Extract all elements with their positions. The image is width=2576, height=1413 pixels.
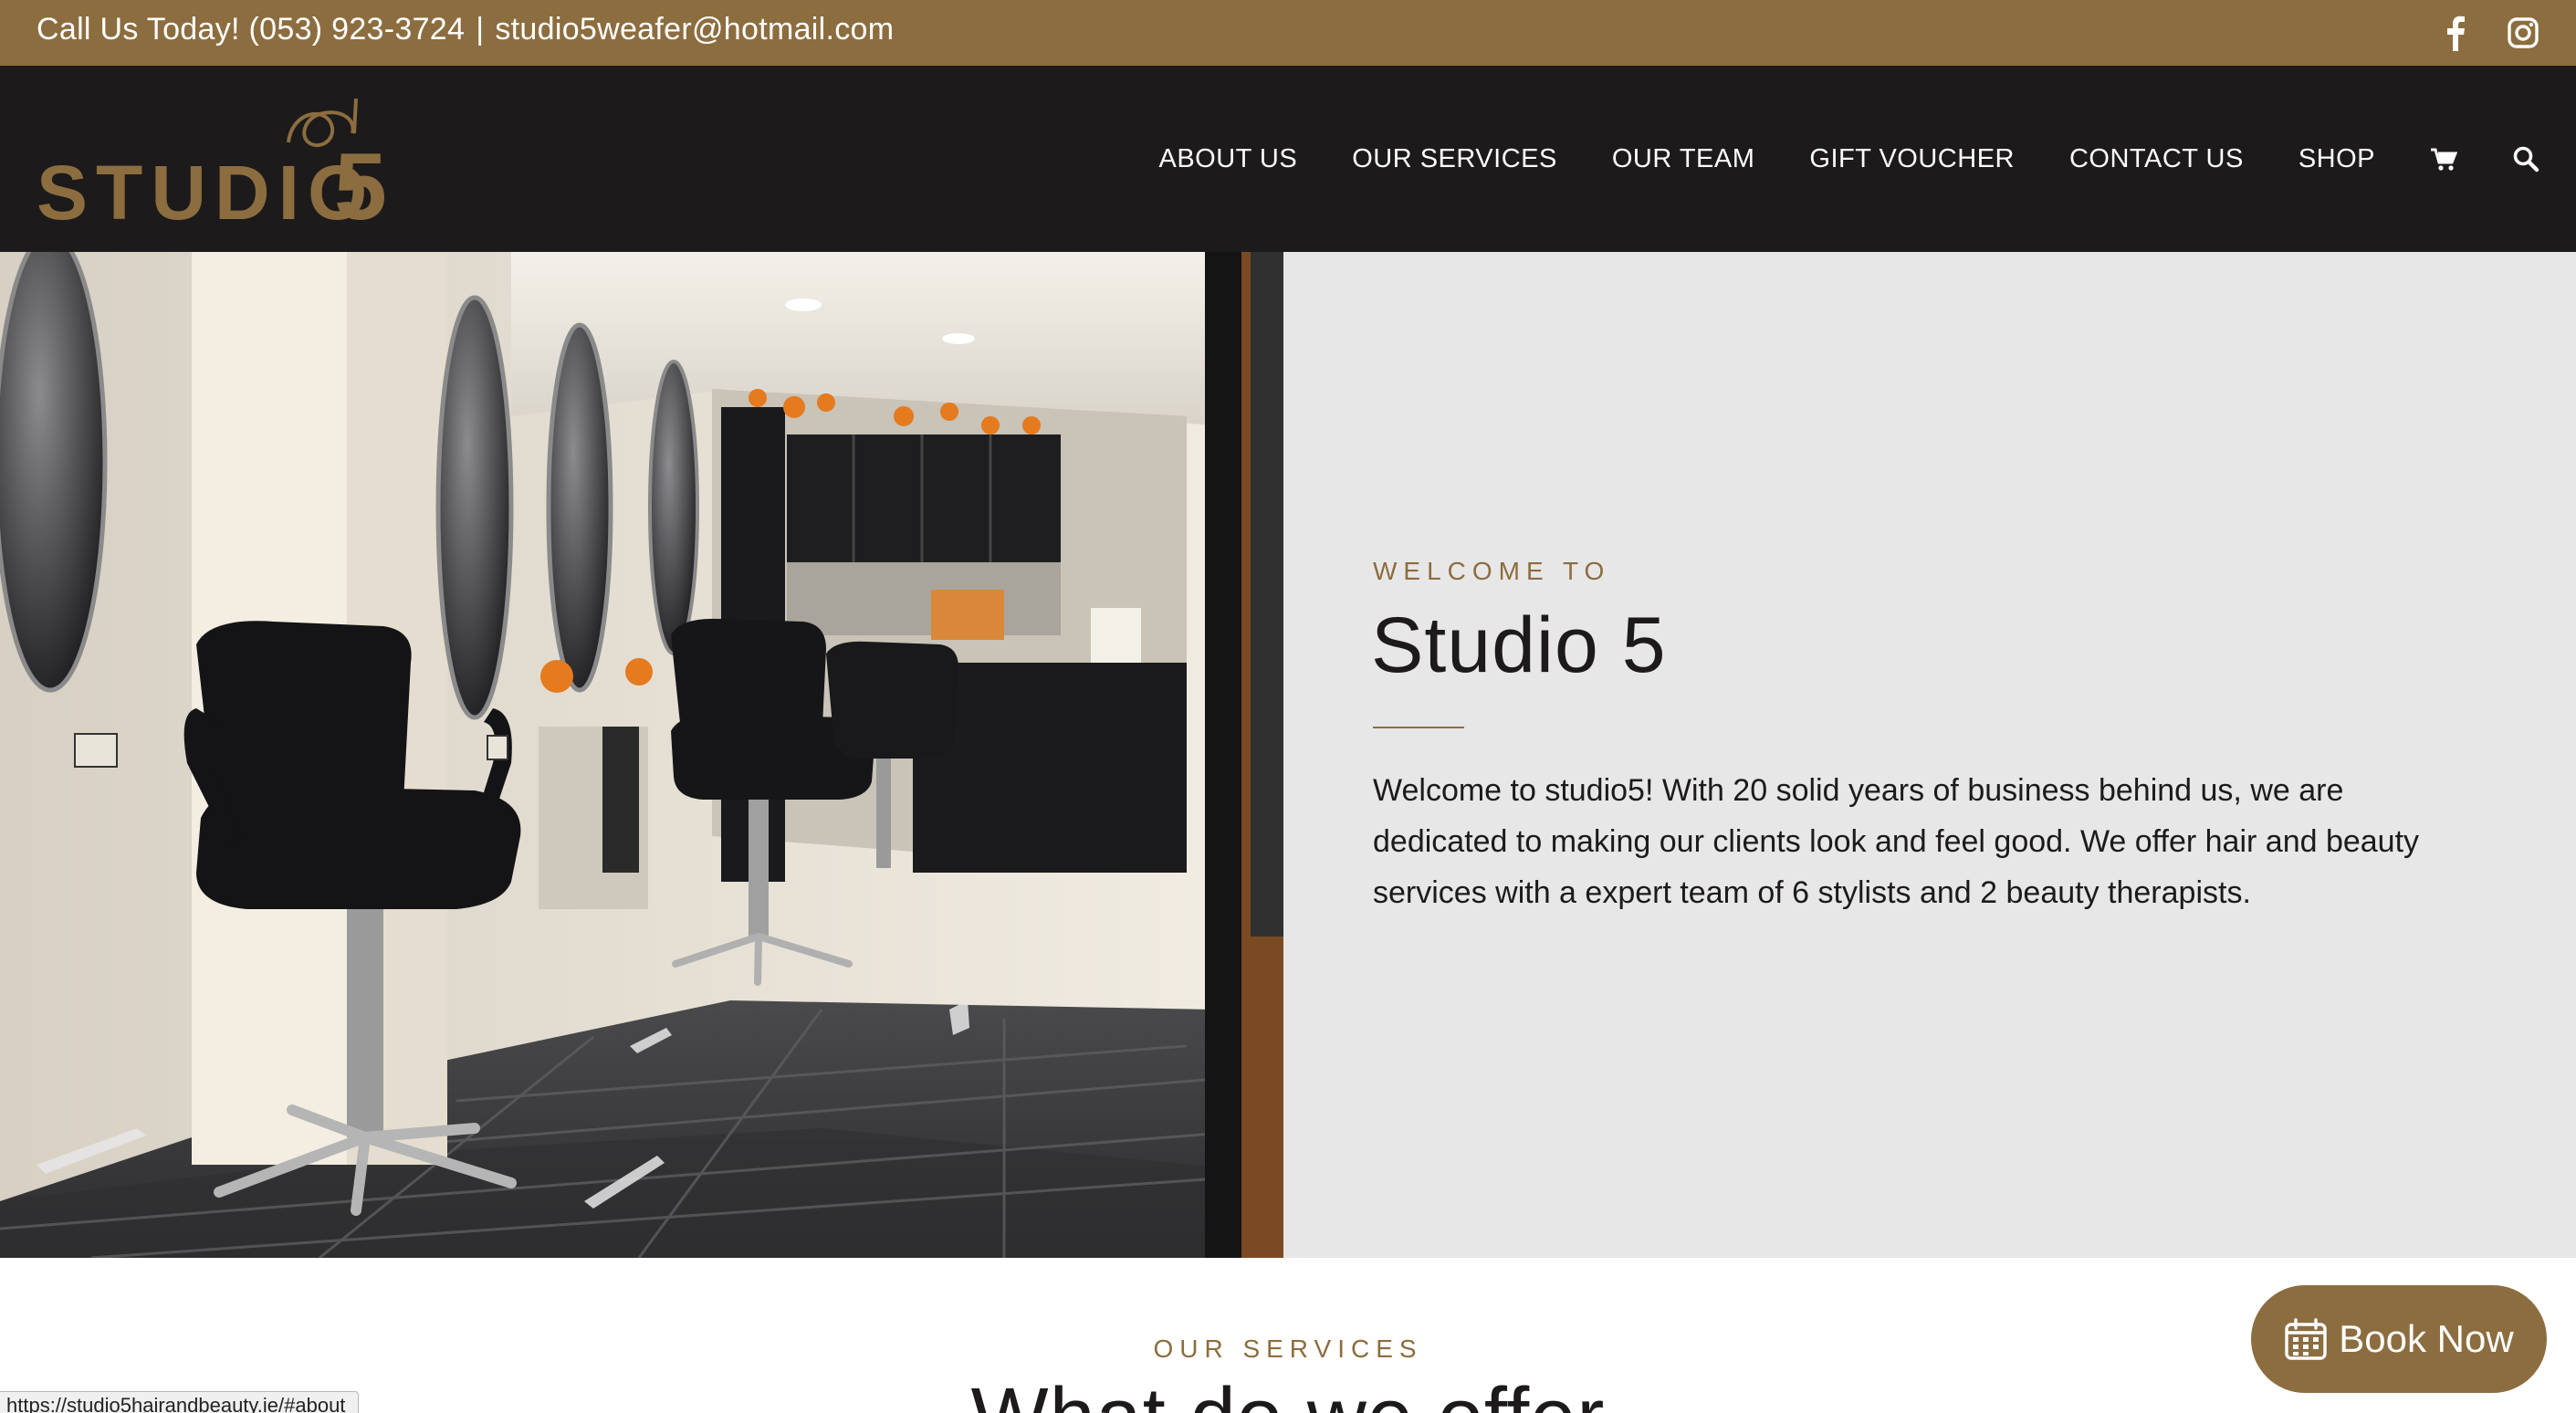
- studio5-logo[interactable]: STUDIO 5: [35, 93, 409, 240]
- book-now-button[interactable]: Book Now: [2251, 1285, 2547, 1393]
- nav-about-us[interactable]: ABOUT US: [1158, 144, 1297, 174]
- nav-our-team[interactable]: OUR TEAM: [1612, 144, 1755, 174]
- services-title: What do we offer: [0, 1367, 2576, 1413]
- site-header: STUDIO 5 ABOUT US OUR SERVICES OUR TEAM …: [0, 66, 2576, 252]
- instagram-icon[interactable]: [2507, 15, 2539, 51]
- services-eyebrow: OUR SERVICES: [1153, 1334, 1423, 1363]
- salon-interior-photo: [0, 252, 1283, 1258]
- contact-info: Call Us Today! (053) 923-3724 | studio5wea…: [37, 9, 894, 49]
- email-link[interactable]: studio5weafer@hotmail.com: [495, 12, 894, 47]
- calendar-icon: [2284, 1317, 2328, 1361]
- nav-contact-us[interactable]: CONTACT US: [2069, 144, 2244, 174]
- nav-gift-voucher[interactable]: GIFT VOUCHER: [1809, 144, 2015, 174]
- facebook-icon[interactable]: [2439, 15, 2472, 51]
- title-divider: [1373, 727, 1464, 728]
- main-navigation: ABOUT US OUR SERVICES OUR TEAM GIFT VOUC…: [1104, 66, 2539, 252]
- status-bar-url: https://studio5hairandbeauty.ie/#about: [0, 1391, 360, 1413]
- top-contact-bar: Call Us Today! (053) 923-3724 | studio5wea…: [0, 0, 2576, 66]
- contact-separator: |: [476, 12, 485, 47]
- search-icon[interactable]: [2512, 145, 2539, 173]
- welcome-eyebrow: WELCOME TO: [1373, 557, 1611, 585]
- book-now-label: Book Now: [2339, 1317, 2514, 1360]
- cart-icon[interactable]: [2430, 145, 2458, 173]
- hero-title: Studio 5: [1371, 602, 1667, 689]
- welcome-paragraph: Welcome to studio5! With 20 solid years …: [1373, 773, 2420, 910]
- welcome-panel: WELCOME TO Studio 5 Welcome to studio5! …: [1283, 252, 2576, 1258]
- svg-text:5: 5: [334, 134, 387, 230]
- call-us-text[interactable]: Call Us Today! (053) 923-3724: [37, 12, 465, 47]
- svg-text:STUDIO: STUDIO: [37, 150, 375, 230]
- social-links: [2439, 15, 2539, 51]
- nav-our-services[interactable]: OUR SERVICES: [1352, 144, 1557, 174]
- nav-shop[interactable]: SHOP: [2299, 144, 2375, 174]
